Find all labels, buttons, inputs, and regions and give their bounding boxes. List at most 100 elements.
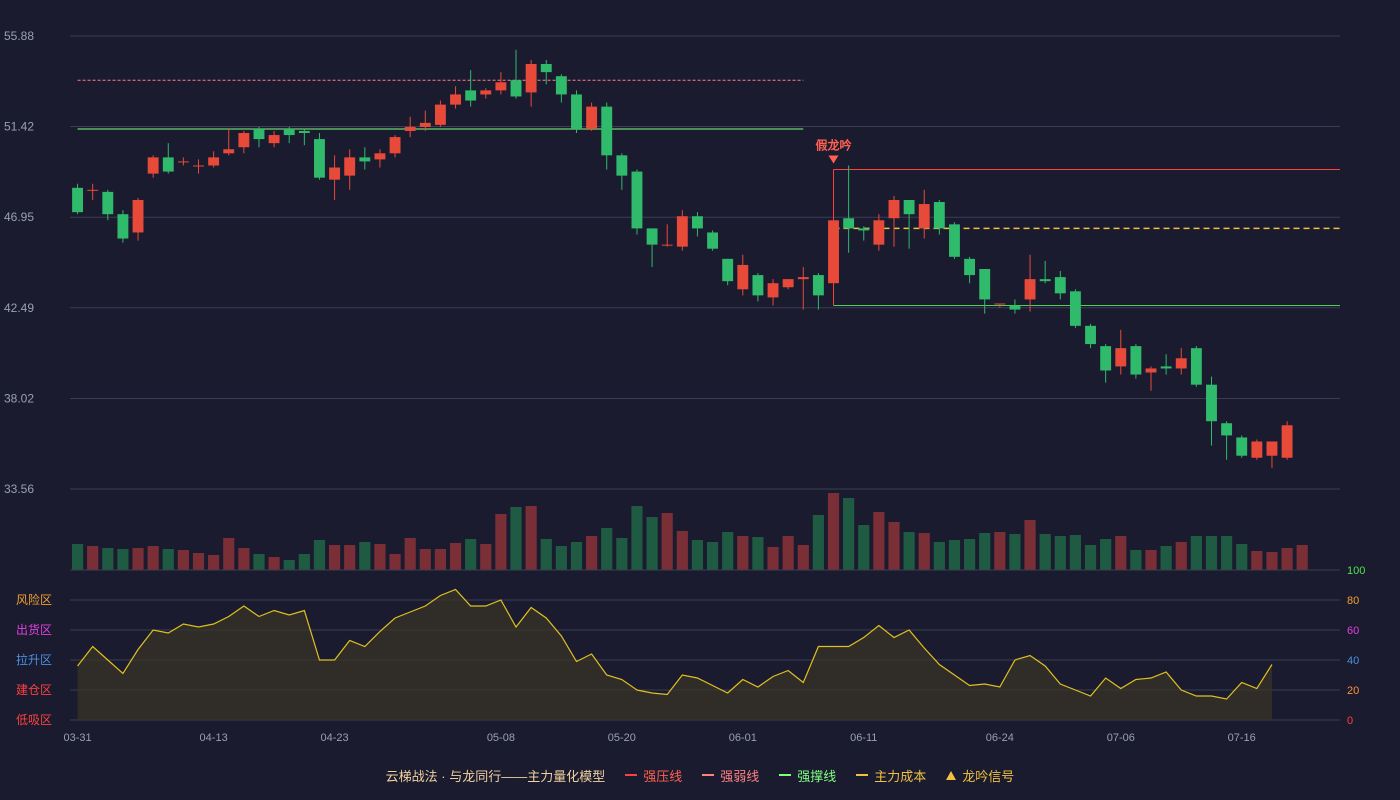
volume-bar [631,506,643,570]
candle-body [1100,346,1112,371]
candle [480,88,492,99]
candle-body [268,135,280,144]
candle-body [737,264,749,290]
candle [147,155,159,178]
legend-strong-support[interactable]: 强撑线 [779,766,836,785]
candle-body [722,258,734,282]
volume-bar [752,537,764,570]
candle-body [132,199,144,233]
candle [1130,344,1142,379]
price-tick-label: 46.95 [4,210,34,224]
candle [949,222,960,259]
candlestick-chart: 55.88 51.42 46.95 42.49 38.02 33.56 假龙吟 100 80 60… [4,29,1365,744]
volume-bar [298,554,310,570]
candle-body [1024,279,1036,300]
candle-body [404,126,416,131]
volume-bar [979,533,991,570]
zone-label: 拉升区 [16,652,52,667]
candle [314,133,325,180]
candle-body [661,244,673,246]
legend-main-cost[interactable]: 主力成本 [856,766,926,785]
candle-body [1266,441,1278,456]
candle [208,151,220,168]
volume-bar [827,493,840,570]
candle-body [933,202,945,229]
candle-body [510,80,522,97]
zone-label: 低吸区 [16,713,52,727]
candle [450,86,461,109]
volume-bar [510,507,522,570]
volume-bar [1039,534,1051,570]
candle [782,279,794,290]
candle [1266,441,1278,468]
candle-body [873,220,885,245]
volume-bar [1236,544,1248,570]
candle-body [616,155,628,176]
candle [903,199,915,249]
volume-bar [177,550,189,570]
annotation-label: 假龙吟 [816,138,852,153]
volume-bar [570,542,583,570]
candle-body [419,122,431,127]
volume-bar [1175,542,1187,570]
volume-bar [1266,552,1278,570]
indicator-tick-label: 40 [1347,655,1359,667]
price-tick-label: 55.88 [4,29,34,43]
volume-bar [480,544,492,570]
indicator-tick-label: 20 [1347,685,1359,697]
volume-bar [344,545,356,570]
candle-body [676,216,688,247]
legend-dragon-signal[interactable]: 龙吟信号 [946,766,1014,785]
volume-bar [843,498,855,570]
volume-bar [525,506,537,570]
candle [1160,354,1172,375]
candle-body [1069,291,1081,326]
candle [1281,421,1293,460]
candle [329,155,341,200]
volume-bar [767,547,779,570]
legend-title: 云梯战法 · 与龙同行——主力量化模型 [386,766,606,785]
volume-bar [722,532,734,570]
volume-bar [661,513,673,570]
candle [495,72,507,95]
candle [691,212,703,237]
candle-body [480,90,492,95]
candle [434,100,446,127]
candle [1145,366,1157,391]
candle [752,273,764,302]
candle-body [253,128,265,140]
candle [933,199,945,235]
candle-body [434,104,446,125]
indicator-area [77,589,1272,720]
candle [797,266,809,310]
candle [223,128,235,156]
annotation-arrow [828,155,839,164]
x-tick-label: 07-16 [1228,732,1256,744]
legend-dragon-signal-label: 龙吟信号 [962,768,1015,784]
candle-body [1115,348,1127,367]
legend-strong-pressure-label: 强压线 [643,768,683,784]
candle-body [374,153,386,160]
candle [616,153,628,190]
candle-body [1085,325,1096,345]
candle [812,273,824,310]
volume-bar [555,546,567,570]
volume-bar [918,533,930,570]
price-tick-label: 33.56 [4,482,34,496]
candle [132,197,144,241]
volume-bar [192,553,205,570]
candle-body [329,167,341,180]
legend-strong-pressure[interactable]: 强压线 [625,766,682,785]
candle-body [117,214,129,239]
chart-legend: 云梯战法 · 与龙同行——主力量化模型 强压线 强弱线 强撑线 主力成本 龙吟信… [0,760,1400,790]
candle-body [994,303,1006,305]
candle [1039,260,1051,284]
legend-strong-weak[interactable]: 强弱线 [702,766,759,785]
volume-bar [1009,534,1021,570]
volume-bar [1145,550,1157,570]
volume-bar [948,540,961,570]
volume-bar [465,539,477,570]
volume-bar [328,545,341,570]
candle [268,130,280,148]
candle [1206,376,1217,446]
